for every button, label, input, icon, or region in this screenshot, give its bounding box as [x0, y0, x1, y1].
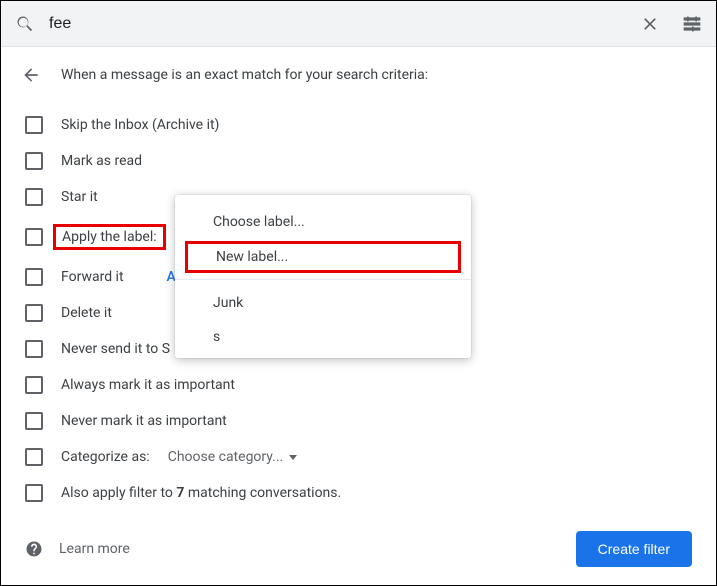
option-label: Never mark it as important	[61, 413, 227, 429]
header-text: When a message is an exact match for you…	[61, 67, 428, 83]
option-always-important[interactable]: Always mark it as important	[21, 367, 696, 403]
option-label: Delete it	[61, 305, 112, 321]
checkbox-icon[interactable]	[25, 412, 43, 430]
option-label: Mark as read	[61, 153, 142, 169]
dropdown-new-label[interactable]: New label...	[185, 241, 461, 273]
checkbox-icon[interactable]	[25, 152, 43, 170]
checkbox-icon[interactable]	[25, 188, 43, 206]
option-label: Never send it to S	[61, 341, 170, 357]
label-dropdown: Choose label... New label... Junk s	[175, 195, 471, 358]
category-placeholder: Choose category...	[168, 449, 284, 465]
option-mark-read[interactable]: Mark as read	[21, 143, 696, 179]
option-label: Categorize as:	[61, 449, 150, 465]
option-label: Star it	[61, 189, 98, 205]
option-categorize[interactable]: Categorize as: Choose category...	[21, 439, 696, 475]
option-label: Skip the Inbox (Archive it)	[61, 117, 219, 133]
search-bar	[1, 1, 716, 47]
checkbox-icon[interactable]	[25, 448, 43, 466]
option-label: Forward it	[61, 269, 124, 285]
search-input[interactable]	[35, 15, 640, 33]
learn-more-link[interactable]: Learn more	[59, 541, 130, 557]
checkbox-icon[interactable]	[25, 228, 43, 246]
apply-label-highlight: Apply the label:	[53, 224, 166, 250]
category-select[interactable]: Choose category...	[168, 449, 298, 465]
dropdown-choose-label[interactable]: Choose label...	[175, 205, 471, 239]
search-icon	[15, 14, 35, 34]
dropdown-divider	[175, 279, 471, 280]
option-skip-inbox[interactable]: Skip the Inbox (Archive it)	[21, 107, 696, 143]
checkbox-icon[interactable]	[25, 484, 43, 502]
help-icon[interactable]	[25, 540, 43, 558]
checkbox-icon[interactable]	[25, 304, 43, 322]
checkbox-icon[interactable]	[25, 116, 43, 134]
filter-panel: When a message is an exact match for you…	[1, 47, 716, 511]
checkbox-icon[interactable]	[25, 268, 43, 286]
checkbox-icon[interactable]	[25, 376, 43, 394]
create-filter-button[interactable]: Create filter	[576, 531, 692, 567]
option-never-important[interactable]: Never mark it as important	[21, 403, 696, 439]
option-label: Also apply filter to 7 matching conversa…	[61, 485, 341, 501]
option-also-apply[interactable]: Also apply filter to 7 matching conversa…	[21, 475, 696, 511]
chevron-down-icon	[289, 455, 297, 460]
back-arrow-icon[interactable]	[21, 65, 41, 85]
dropdown-label-item[interactable]: Junk	[175, 286, 471, 320]
footer: Learn more Create filter	[1, 531, 716, 567]
option-label: Always mark it as important	[61, 377, 235, 393]
clear-icon[interactable]	[640, 14, 660, 34]
tune-icon[interactable]	[682, 14, 702, 34]
dropdown-label-item[interactable]: s	[175, 320, 471, 354]
option-label: Apply the label:	[62, 229, 157, 245]
checkbox-icon[interactable]	[25, 340, 43, 358]
